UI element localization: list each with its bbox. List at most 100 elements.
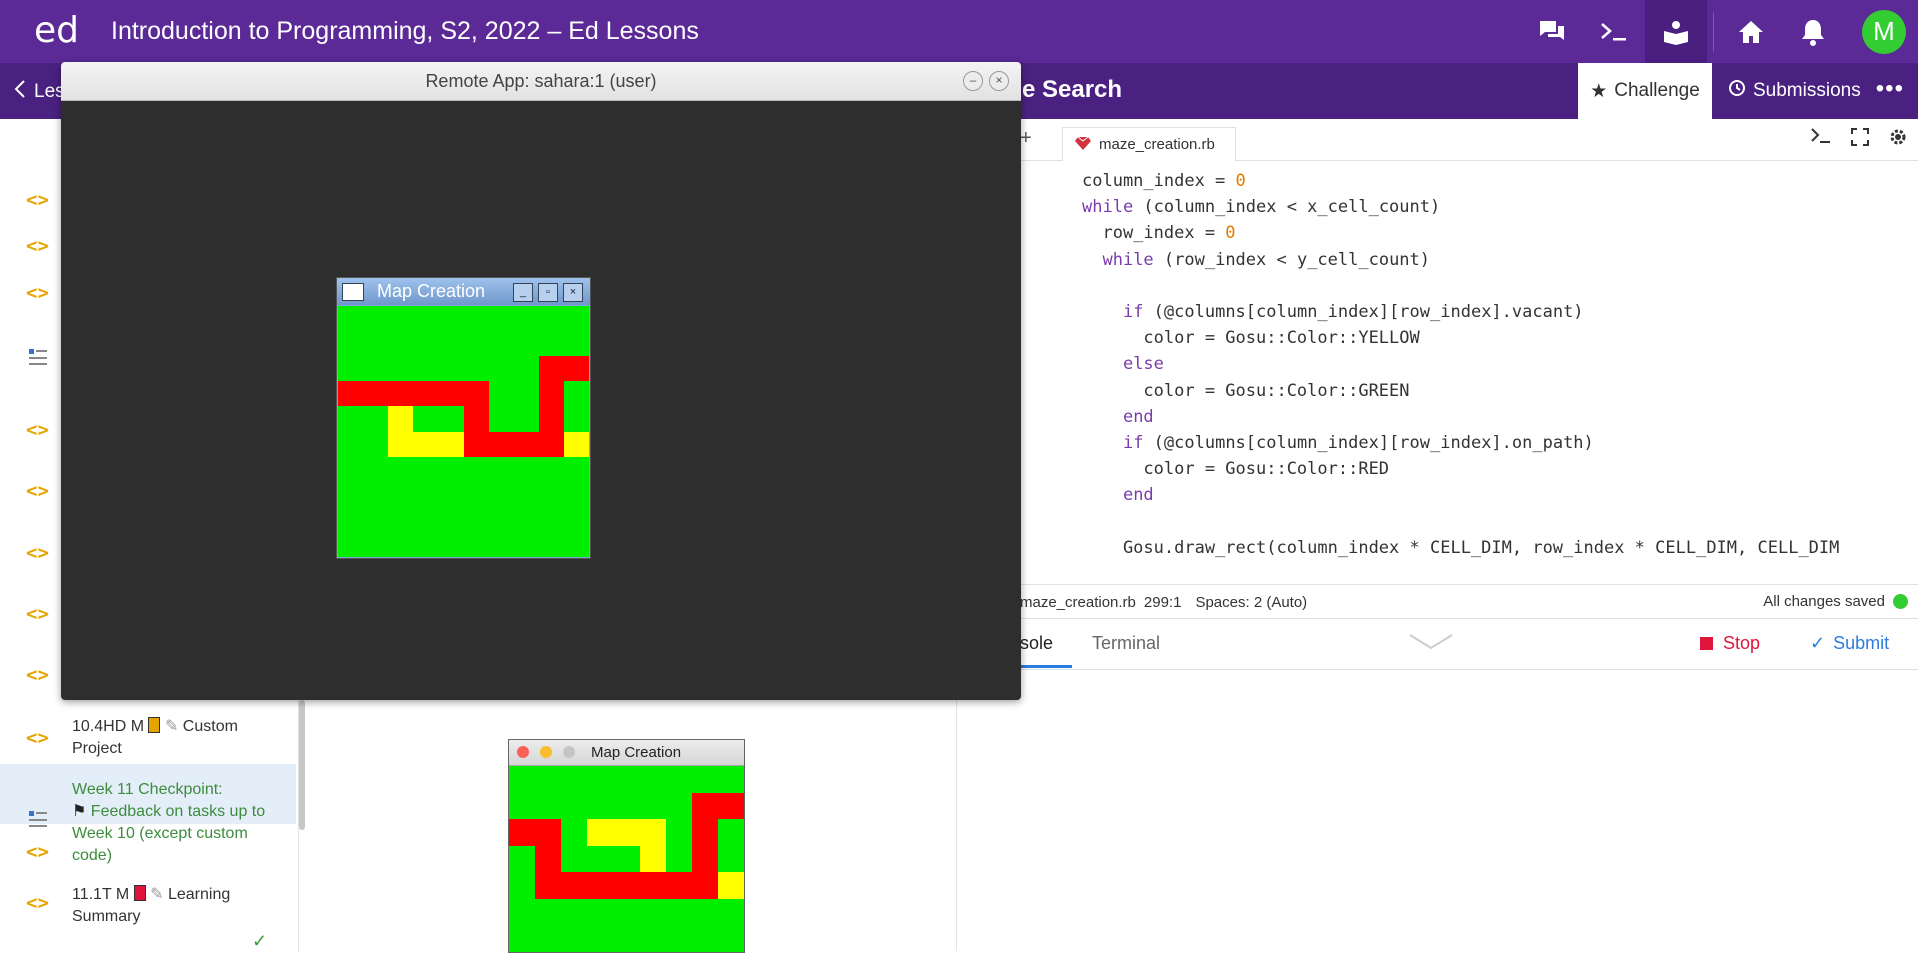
maze-cell [639,845,666,873]
maze-cell [513,456,539,482]
close-window-icon[interactable]: × [563,283,583,302]
code-lesson-icon[interactable]: <> [26,189,49,211]
checkmark-icon: ✓ [1810,633,1826,653]
top-navbar: ed Introduction to Programming, S2, 2022… [0,0,1918,63]
minimize-window-icon[interactable] [540,746,552,758]
minimize-window-icon[interactable]: – [963,71,983,91]
maze-cell [538,506,564,532]
maze-cell [438,381,464,407]
maze-grid [509,766,744,952]
maze-cell [513,356,539,382]
maze-cell [488,381,514,407]
code-lesson-icon[interactable]: <> [26,603,49,625]
mac-window-titlebar[interactable]: Map Creation [509,740,744,766]
document-lesson-icon[interactable] [29,811,47,834]
maze-cell [561,925,588,952]
fullscreen-icon[interactable] [1850,127,1870,152]
sidebar-item-label: 11.1T M [72,886,130,903]
map-creation-window-mac[interactable]: Map Creation [508,739,745,953]
remote-app-window[interactable]: Remote App: sahara:1 (user) – × Map Crea… [61,62,1021,700]
discussion-icon[interactable] [1521,0,1583,63]
submit-button[interactable]: ✓ Submit [1810,633,1889,654]
maze-cell [717,898,744,926]
maze-cell [561,872,588,899]
indentation-setting[interactable]: Spaces: 2 (Auto) [1195,594,1307,611]
maximize-window-icon[interactable] [563,746,575,758]
maze-cell [538,331,564,357]
more-options-icon[interactable]: ••• [1876,75,1904,103]
maze-cell [563,456,589,482]
lessons-icon[interactable] [1645,0,1707,63]
divider [1713,11,1714,52]
maximize-window-icon[interactable]: ▫ [538,283,558,302]
maze-cell [538,531,564,557]
maze-cell [613,766,640,793]
maze-cell [665,872,692,899]
maze-cell [388,481,414,507]
sidebar-item-learning-summary[interactable]: 11.1T M ✎ Learning Summary [72,884,272,928]
maze-cell [463,506,489,532]
maze-cell [413,431,439,457]
maze-cell [488,406,514,432]
bell-icon[interactable] [1782,0,1844,63]
tab-submissions[interactable]: Submissions [1728,63,1861,119]
settings-gear-icon[interactable] [1888,127,1908,152]
document-lesson-icon[interactable] [29,349,47,372]
sidebar-scrollbar[interactable] [299,700,305,830]
terminal-icon[interactable] [1583,0,1645,63]
map-creation-window[interactable]: Map Creation _ ▫ × [336,277,591,559]
map-window-titlebar[interactable]: Map Creation _ ▫ × [337,278,590,305]
file-tab-maze-creation[interactable]: maze_creation.rb [1062,127,1236,161]
maze-cell [639,925,666,952]
close-window-icon[interactable]: × [989,71,1009,91]
maze-cell [717,819,744,846]
remote-window-titlebar[interactable]: Remote App: sahara:1 (user) [61,62,1021,101]
pencil-icon: ✎ [164,718,179,735]
minimize-window-icon[interactable]: _ [513,283,533,302]
maze-cell [438,531,464,557]
maze-cell [413,381,439,407]
add-file-icon[interactable]: + [1020,127,1032,150]
stop-button[interactable]: Stop [1700,633,1760,654]
terminal-icon[interactable] [1810,127,1832,152]
code-lesson-icon[interactable]: <> [26,664,49,686]
maze-cell [509,819,536,846]
ed-logo[interactable]: ed [34,10,79,51]
code-lesson-icon[interactable]: <> [26,235,49,257]
chevron-left-icon [14,79,26,105]
close-window-icon[interactable] [517,746,529,758]
maze-cell [388,356,414,382]
user-avatar[interactable]: M [1862,9,1906,54]
code-lesson-icon[interactable]: <> [26,419,49,441]
maze-cell [538,356,564,382]
code-lesson-icon[interactable]: <> [26,480,49,502]
code-lesson-icon[interactable]: <> [26,282,49,304]
home-icon[interactable] [1720,0,1782,63]
maze-cell [535,792,562,820]
window-app-icon [342,283,364,301]
code-lesson-icon[interactable]: <> [26,892,49,914]
maze-cell [587,872,614,899]
code-lesson-icon[interactable]: <> [26,727,49,749]
cursor-position: 299:1 [1143,593,1182,611]
maze-cell [488,306,514,332]
sidebar-item-week11-checkpoint[interactable]: Week 11 Checkpoint: ⚑ Feedback on tasks … [72,779,272,867]
sidebar-item-custom-project[interactable]: 10.4HD M ✎ Custom Project [72,716,272,760]
code-lesson-icon[interactable]: <> [26,841,49,863]
chevron-down-icon[interactable] [1408,633,1454,656]
window-title: Remote App: sahara:1 (user) [425,71,657,91]
back-to-lessons-link[interactable]: Les [14,79,65,105]
maze-cell [463,406,489,432]
status-filename: maze_creation.rb [1020,593,1136,611]
maze-cell [438,506,464,532]
code-lesson-icon[interactable]: <> [26,542,49,564]
maze-cell [691,925,718,952]
maze-cell [587,766,614,793]
tab-console[interactable]: sole [1020,633,1053,654]
tab-terminal[interactable]: Terminal [1092,633,1160,654]
maze-cell [363,356,389,382]
maze-cell [363,331,389,357]
tab-challenge[interactable]: ★ Challenge [1578,63,1712,119]
maze-cell [535,898,562,926]
code-editor[interactable]: column_index = 0 while (column_index < x… [1082,168,1839,561]
